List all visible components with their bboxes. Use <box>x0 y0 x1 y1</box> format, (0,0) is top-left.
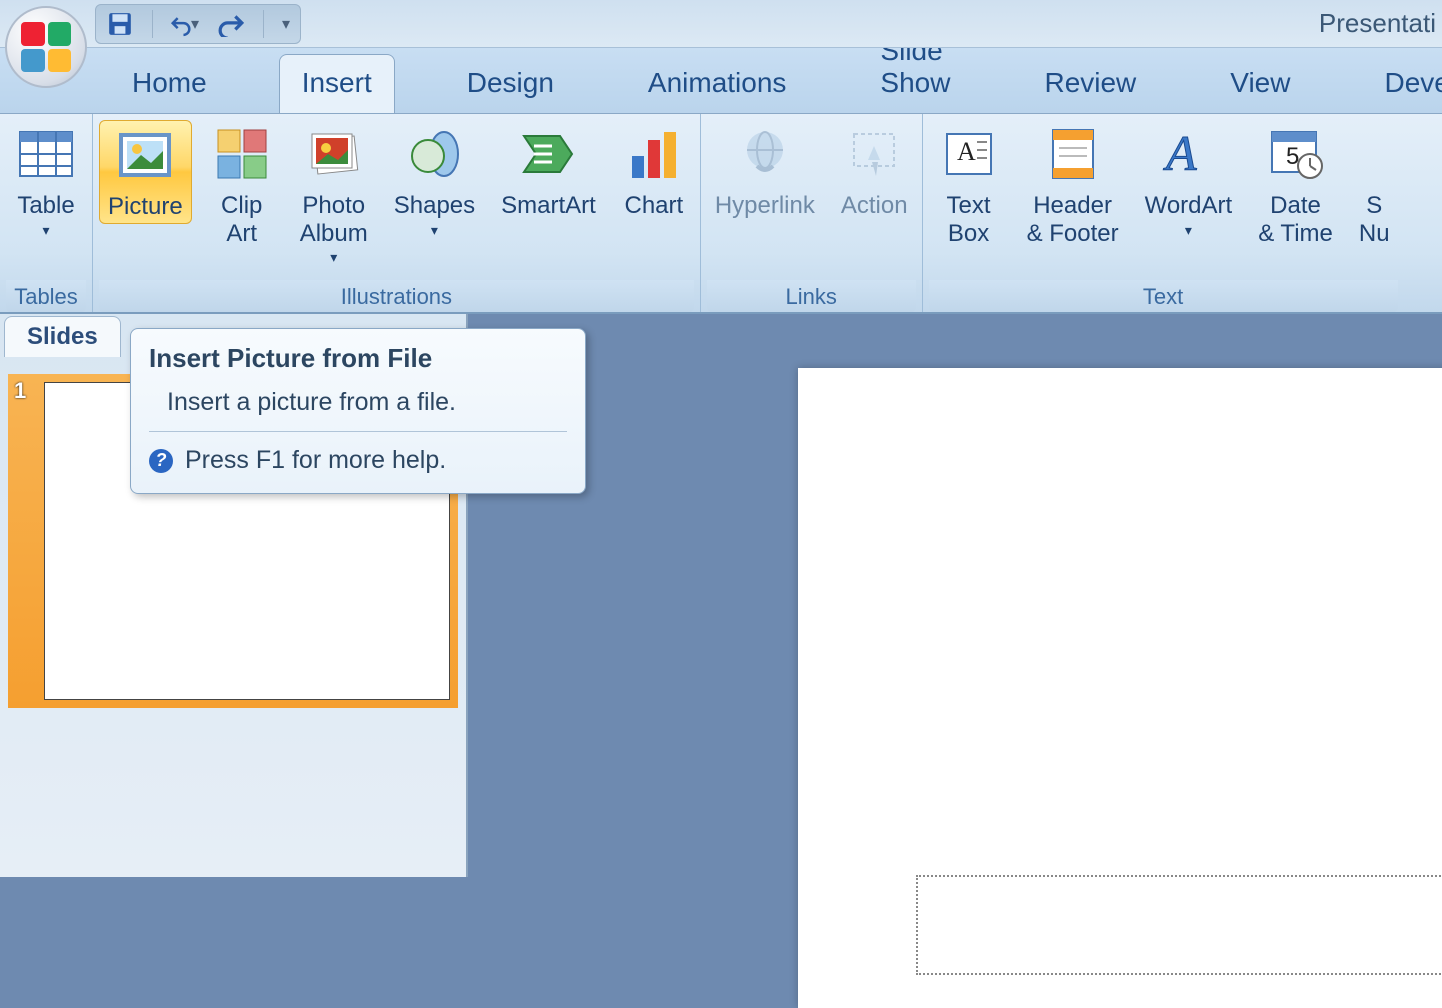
shapes-button[interactable]: Shapes ▾ <box>386 120 483 240</box>
group-text-label: Text <box>929 280 1398 312</box>
group-links-label: Links <box>707 280 916 312</box>
tooltip-help-text: Press F1 for more help. <box>185 446 446 475</box>
datetime-icon: 5 <box>1268 126 1324 182</box>
tab-home[interactable]: Home <box>110 55 229 113</box>
photoalbum-label: Photo Album <box>300 192 368 247</box>
tab-review[interactable]: Review <box>1022 55 1158 113</box>
chart-label: Chart <box>624 192 683 220</box>
tab-insert[interactable]: Insert <box>279 54 395 113</box>
title-bar: ▾ ▾ Presentati <box>0 0 1442 48</box>
shapes-icon <box>406 126 462 182</box>
tooltip-title: Insert Picture from File <box>149 343 567 374</box>
tooltip: Insert Picture from File Insert a pictur… <box>130 328 586 494</box>
help-icon: ? <box>149 449 173 473</box>
picture-label: Picture <box>108 193 183 221</box>
undo-icon[interactable]: ▾ <box>171 10 199 38</box>
tab-developer[interactable]: Developer <box>1362 55 1442 113</box>
wordart-icon: A <box>1160 126 1216 182</box>
tooltip-body: Insert a picture from a file. <box>167 388 567 417</box>
save-icon[interactable] <box>106 10 134 38</box>
slidenum-icon <box>1359 126 1389 182</box>
slidenum-button[interactable]: S Nu <box>1351 120 1398 249</box>
action-label: Action <box>841 192 908 220</box>
dropdown-arrow-icon: ▾ <box>42 222 49 238</box>
svg-text:A: A <box>957 137 976 166</box>
slidenum-label: S Nu <box>1359 192 1390 247</box>
table-icon <box>18 126 74 182</box>
smartart-button[interactable]: SmartArt <box>493 120 604 222</box>
tab-design[interactable]: Design <box>445 55 576 113</box>
hyperlink-icon <box>737 126 793 182</box>
table-button[interactable]: Table ▾ <box>6 120 86 240</box>
slide-canvas[interactable] <box>798 368 1442 1008</box>
dropdown-arrow-icon: ▾ <box>431 222 438 238</box>
picture-button[interactable]: Picture <box>99 120 192 224</box>
content-placeholder[interactable] <box>916 875 1442 975</box>
hyperlink-label: Hyperlink <box>715 192 815 220</box>
slides-tab[interactable]: Slides <box>4 316 121 357</box>
group-tables-label: Tables <box>6 280 86 312</box>
svg-text:A: A <box>1163 126 1197 181</box>
clipart-button[interactable]: Clip Art <box>202 120 282 249</box>
redo-icon[interactable] <box>217 10 245 38</box>
photoalbum-icon <box>306 126 362 182</box>
qat-dropdown-icon[interactable]: ▾ <box>282 14 290 34</box>
headerfooter-icon <box>1045 126 1101 182</box>
clipart-icon <box>214 126 270 182</box>
photoalbum-button[interactable]: Photo Album ▾ <box>292 120 376 267</box>
chart-button[interactable]: Chart <box>614 120 694 222</box>
office-logo-icon <box>21 22 71 72</box>
shapes-label: Shapes <box>394 192 475 220</box>
datetime-button[interactable]: 5 Date & Time <box>1250 120 1341 249</box>
datetime-label: Date & Time <box>1258 192 1333 247</box>
tab-animations[interactable]: Animations <box>626 55 809 113</box>
smartart-label: SmartArt <box>501 192 596 220</box>
action-button: Action <box>833 120 916 222</box>
ribbon-tabs: Home Insert Design Animations Slide Show… <box>0 48 1442 114</box>
tooltip-help: ? Press F1 for more help. <box>149 446 567 475</box>
textbox-icon: A <box>941 126 997 182</box>
slide-editor[interactable] <box>468 314 1442 877</box>
picture-icon <box>117 127 173 183</box>
quick-access-toolbar: ▾ ▾ <box>95 4 301 44</box>
group-illustrations: Picture Clip Art Photo Album ▾ Shapes <box>93 114 701 312</box>
hyperlink-button: Hyperlink <box>707 120 823 222</box>
smartart-icon <box>520 126 576 182</box>
headerfooter-label: Header & Footer <box>1027 192 1119 247</box>
action-icon <box>846 126 902 182</box>
textbox-button[interactable]: A Text Box <box>929 120 1009 249</box>
office-button[interactable] <box>5 6 87 88</box>
group-links: Hyperlink Action Links <box>701 114 923 312</box>
chart-icon <box>626 126 682 182</box>
dropdown-arrow-icon: ▾ <box>330 249 337 265</box>
group-text: A Text Box Header & Footer A WordArt ▾ 5 <box>923 114 1404 312</box>
headerfooter-button[interactable]: Header & Footer <box>1019 120 1127 249</box>
ribbon: Table ▾ Tables Picture Clip Art <box>0 114 1442 314</box>
window-title: Presentati <box>1319 8 1436 39</box>
wordart-button[interactable]: A WordArt ▾ <box>1137 120 1241 240</box>
wordart-label: WordArt <box>1145 192 1233 220</box>
textbox-label: Text Box <box>947 192 991 247</box>
group-illustrations-label: Illustrations <box>99 280 694 312</box>
clipart-label: Clip Art <box>221 192 262 247</box>
thumb-number: 1 <box>14 378 26 404</box>
group-tables: Table ▾ Tables <box>0 114 93 312</box>
dropdown-arrow-icon: ▾ <box>1185 222 1192 238</box>
table-label: Table <box>17 192 74 220</box>
tab-view[interactable]: View <box>1208 55 1312 113</box>
